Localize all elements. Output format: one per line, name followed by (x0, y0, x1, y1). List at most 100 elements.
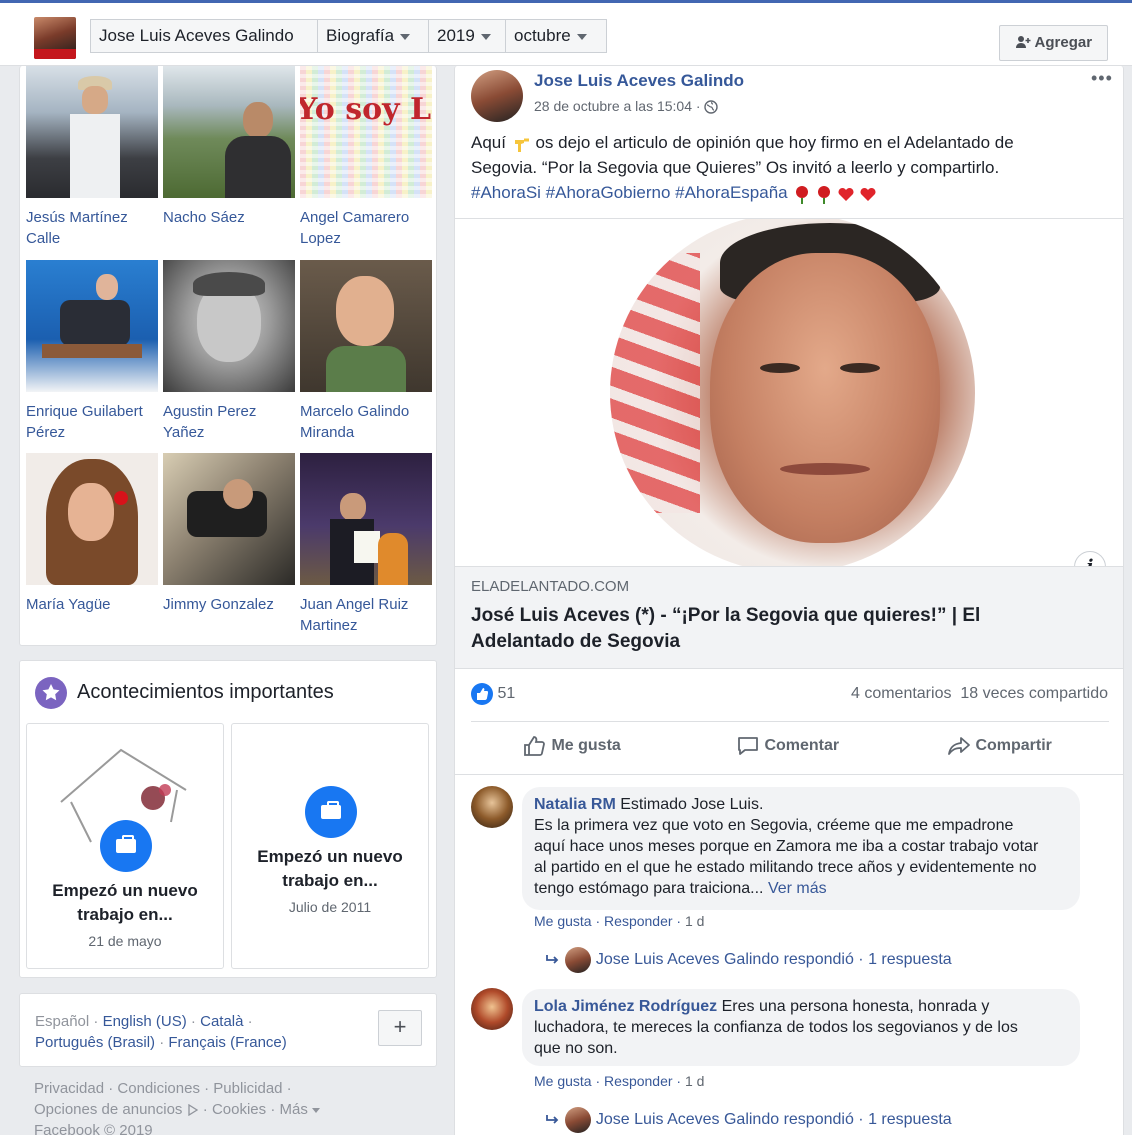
link-preview-caption[interactable]: ELADELANTADO.COM José Luis Aceves (*) - … (455, 566, 1123, 669)
share-button[interactable]: Compartir (947, 735, 1052, 757)
see-more-link[interactable]: Ver más (768, 880, 827, 897)
friend-tile[interactable]: Juan Angel Ruiz Martinez (300, 453, 432, 636)
comment-reply-link[interactable]: Responder (604, 1073, 673, 1089)
comment-button[interactable]: Comentar (736, 735, 839, 757)
star-icon (35, 677, 67, 709)
friend-tile[interactable]: Enrique Guilabert Pérez (26, 260, 158, 443)
terms-link[interactable]: Condiciones (117, 1080, 200, 1097)
pointing-down-hand-icon (514, 138, 529, 152)
comment-age: 1 d (685, 1073, 705, 1089)
life-event-title: Empezó un nuevo (52, 881, 198, 900)
friend-name[interactable]: Marcelo Galindo Miranda (300, 401, 432, 443)
profile-name-crumb[interactable]: Jose Luis Aceves Galindo (90, 19, 318, 53)
replies-toggle[interactable]: Jose Luis Aceves Galindo respondió · 1 r… (545, 1107, 952, 1133)
chevron-down-icon (312, 1107, 321, 1113)
language-link[interactable]: Português (Brasil) (35, 1034, 155, 1051)
friend-name[interactable]: Agustin Perez Yañez (163, 401, 295, 443)
shares-count[interactable]: 18 veces compartido (960, 685, 1108, 702)
globe-icon (704, 100, 719, 114)
comment-like-link[interactable]: Me gusta (534, 913, 592, 929)
like-button[interactable]: Me gusta (523, 735, 621, 757)
friend-photo[interactable] (300, 453, 432, 585)
commenter-avatar[interactable] (471, 786, 513, 828)
copyright: Facebook © 2019 (34, 1122, 153, 1135)
life-event-title: Empezó un nuevo (257, 847, 403, 866)
more-options-icon[interactable]: ••• (1091, 68, 1113, 89)
friend-name[interactable]: Enrique Guilabert Pérez (26, 401, 158, 443)
comment-like-link[interactable]: Me gusta (534, 1073, 592, 1089)
cookies-link[interactable]: Cookies (212, 1101, 266, 1118)
friend-name[interactable]: Jimmy Gonzalez (163, 594, 295, 615)
friend-tile[interactable]: Yo soy Libe Angel CamareroLopez (300, 66, 432, 249)
add-friend-icon (1015, 35, 1031, 48)
comment-actions: Me gusta · Responder · 1 d (534, 1073, 705, 1089)
comment-bubble: Lola Jiménez Rodríguez Eres una persona … (522, 989, 1080, 1066)
friend-photo[interactable] (26, 66, 158, 198)
comment-bubble: Natalia RM Estimado Jose Luis. Es la pri… (522, 787, 1080, 910)
month-dropdown[interactable]: octubre (505, 19, 607, 53)
section-dropdown[interactable]: Biografía (317, 19, 429, 53)
commenter-name[interactable]: Lola Jiménez Rodríguez (534, 998, 717, 1015)
friend-photo[interactable]: Yo soy Libe (300, 66, 432, 198)
language-link[interactable]: English (US) (103, 1013, 187, 1030)
like-reaction-icon (471, 683, 493, 705)
commenter-avatar[interactable] (471, 988, 513, 1030)
reactions-summary[interactable]: 51 (471, 683, 515, 705)
friend-tile[interactable]: Jimmy Gonzalez (163, 453, 295, 615)
more-link[interactable]: Más (280, 1101, 308, 1118)
language-link[interactable]: Català (200, 1013, 243, 1030)
month-label: octubre (514, 26, 571, 45)
comments-count[interactable]: 4 comentarios (851, 685, 952, 702)
section-label: Biografía (326, 26, 395, 45)
friend-photo[interactable] (26, 260, 158, 392)
friend-name[interactable]: Juan Angel Ruiz Martinez (300, 594, 432, 636)
add-language-button[interactable]: + (378, 1010, 422, 1046)
friend-name[interactable]: Jesús Martínez Calle (26, 207, 158, 249)
friend-tile[interactable]: Jesús Martínez Calle (26, 66, 158, 249)
friend-name[interactable]: Angel Camarero Lopez (300, 207, 432, 249)
chevron-down-icon (400, 33, 411, 40)
post-card: Jose Luis Aceves Galindo 28 de octubre a… (454, 66, 1124, 1135)
life-events-title: Acontecimientos importantes (77, 681, 334, 703)
friend-photo[interactable] (163, 66, 295, 198)
ad-choices-link[interactable]: Opciones de anuncios (34, 1101, 182, 1118)
post-timestamp[interactable]: 28 de octubre a las 15:04 (534, 98, 692, 114)
life-event-date: Julio de 2011 (288, 899, 372, 915)
year-label: 2019 (437, 26, 475, 45)
briefcase-icon (100, 820, 152, 872)
ads-link[interactable]: Publicidad (213, 1080, 282, 1097)
comment-actions: Me gusta · Responder · 1 d (534, 913, 705, 929)
year-dropdown[interactable]: 2019 (428, 19, 506, 53)
friends-card: Jesús MartínezCalle Nacho Sáez Yo soy Li… (19, 66, 437, 646)
friend-photo[interactable] (26, 453, 158, 585)
replies-toggle[interactable]: Jose Luis Aceves Galindo respondió · 1 r… (545, 947, 952, 973)
comment-reply-link[interactable]: Responder (604, 913, 673, 929)
friend-photo[interactable] (163, 260, 295, 392)
life-event-date: 21 de mayo (88, 933, 162, 949)
post-hashtags[interactable]: #AhoraSi #AhoraGobierno #AhoraEspaña (471, 183, 788, 202)
friend-name[interactable]: María Yagüe (26, 594, 158, 615)
language-card: Español · English (US) · Català · Portug… (19, 993, 437, 1067)
comment-age: 1 d (685, 913, 705, 929)
roses-hearts-icon (796, 185, 876, 204)
friend-tile[interactable]: Agustin Perez Yañez (163, 260, 295, 443)
commenter-name[interactable]: Natalia RM (534, 796, 616, 813)
life-event-title: trabajo en... (77, 905, 173, 924)
post-author-avatar[interactable] (471, 70, 523, 122)
profile-avatar[interactable] (34, 17, 76, 59)
friend-name[interactable]: Nacho Sáez (163, 207, 295, 228)
life-event-item[interactable]: Empezó un nuevo trabajo en... Julio de 2… (231, 723, 429, 969)
post-author-name[interactable]: Jose Luis Aceves Galindo (534, 71, 744, 91)
friend-tile[interactable]: María Yagüe (26, 453, 158, 615)
friend-tile[interactable]: Marcelo Galindo Miranda (300, 260, 432, 443)
language-link[interactable]: Français (France) (168, 1034, 286, 1051)
life-event-item[interactable]: Empezó un nuevo trabajo en... 21 de mayo (26, 723, 224, 969)
thumbs-up-icon (524, 736, 545, 756)
chevron-down-icon (480, 33, 491, 40)
privacy-link[interactable]: Privacidad (34, 1080, 104, 1097)
friend-tile[interactable]: Nacho Sáez (163, 66, 295, 228)
friend-photo-text: Yo soy Libe (300, 92, 432, 127)
friend-photo[interactable] (163, 453, 295, 585)
add-friend-button[interactable]: Agregar (999, 25, 1108, 61)
friend-photo[interactable] (300, 260, 432, 392)
